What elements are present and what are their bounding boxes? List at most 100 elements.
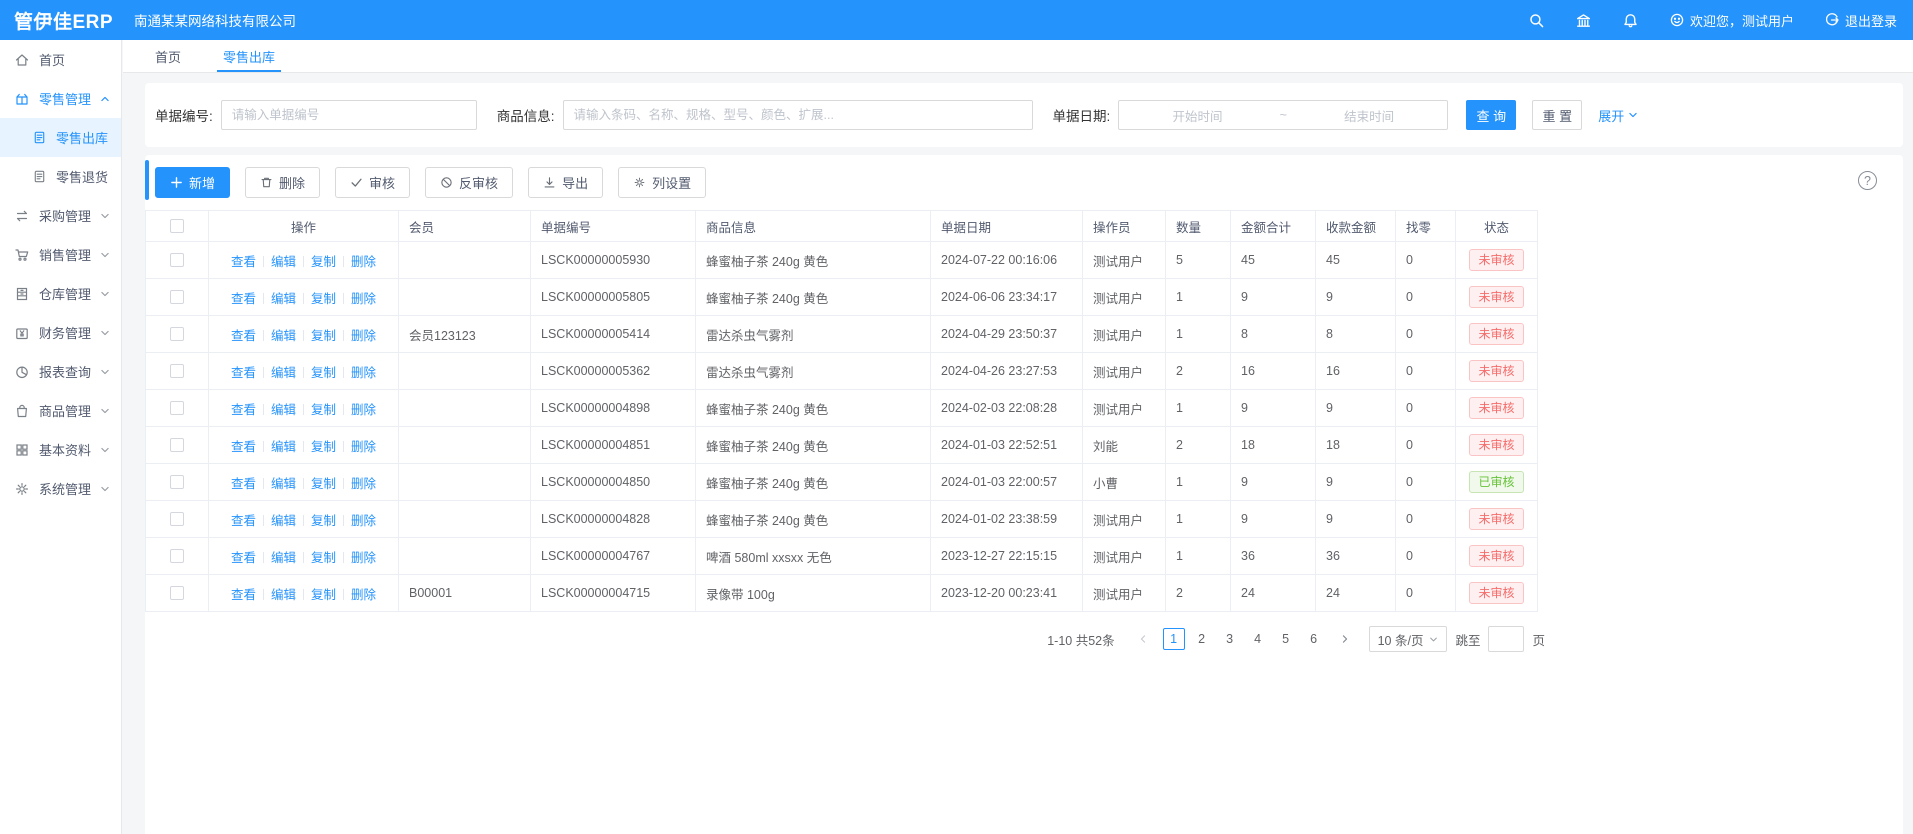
view-link[interactable]: 查看 [231,403,256,417]
bank-icon[interactable] [1575,12,1592,29]
edit-link[interactable]: 编辑 [271,588,296,602]
reset-button[interactable]: 重 置 [1532,100,1582,130]
search-button[interactable]: 查 询 [1466,100,1516,130]
delete-link[interactable]: 删除 [351,255,376,269]
page-size-select[interactable]: 10 条/页 [1369,626,1448,652]
sidebar-item-warehouse-mgmt[interactable]: 仓库管理 [0,274,121,313]
copy-link[interactable]: 复制 [311,514,336,528]
sidebar-item-retail-return[interactable]: 零售退货 [0,157,121,196]
bell-icon[interactable] [1622,12,1639,29]
sidebar-item-sales-mgmt[interactable]: 销售管理 [0,235,121,274]
edit-link[interactable]: 编辑 [271,440,296,454]
jump-page-input[interactable] [1488,626,1524,652]
row-checkbox[interactable] [170,475,184,489]
view-link[interactable]: 查看 [231,440,256,454]
delete-link[interactable]: 删除 [351,588,376,602]
logout-button[interactable]: 退出登录 [1824,11,1897,30]
delete-link[interactable]: 删除 [351,551,376,565]
sidebar-item-product-mgmt[interactable]: 商品管理 [0,391,121,430]
view-link[interactable]: 查看 [231,292,256,306]
row-checkbox[interactable] [170,512,184,526]
user-menu[interactable]: 欢迎您，测试用户 [1669,11,1794,30]
page-number[interactable]: 3 [1219,628,1241,650]
page-number[interactable]: 2 [1191,628,1213,650]
page-number[interactable]: 4 [1247,628,1269,650]
view-link[interactable]: 查看 [231,329,256,343]
export-button[interactable]: 导出 [528,167,603,198]
row-checkbox[interactable] [170,401,184,415]
view-link[interactable]: 查看 [231,477,256,491]
sidebar-item-home[interactable]: 首页 [0,40,121,79]
delete-link[interactable]: 删除 [351,514,376,528]
sidebar-item-basic-data[interactable]: 基本资料 [0,430,121,469]
delete-link[interactable]: 删除 [351,477,376,491]
row-checkbox[interactable] [170,327,184,341]
table-row: 查看编辑复制删除 LSCK00000004898 蜂蜜柚子茶 240g 黄色 2… [146,390,1538,427]
edit-link[interactable]: 编辑 [271,329,296,343]
add-button[interactable]: 新增 [155,167,230,198]
row-checkbox[interactable] [170,290,184,304]
copy-link[interactable]: 复制 [311,440,336,454]
sidebar-item-purchase-mgmt[interactable]: 采购管理 [0,196,121,235]
help-icon[interactable]: ? [1858,171,1877,190]
tab-home[interactable]: 首页 [155,40,181,72]
audit-button[interactable]: 审核 [335,167,410,198]
copy-link[interactable]: 复制 [311,366,336,380]
delete-link[interactable]: 删除 [351,403,376,417]
edit-link[interactable]: 编辑 [271,551,296,565]
copy-link[interactable]: 复制 [311,477,336,491]
bill-no-input[interactable] [221,100,477,130]
edit-link[interactable]: 编辑 [271,292,296,306]
row-checkbox[interactable] [170,438,184,452]
tab-retail-outbound[interactable]: 零售出库 [223,40,275,72]
product-info-input[interactable] [563,100,1033,130]
page-number[interactable]: 5 [1275,628,1297,650]
delete-button[interactable]: 删除 [245,167,320,198]
row-checkbox[interactable] [170,253,184,267]
select-all-checkbox[interactable] [170,219,184,233]
sidebar-item-system-mgmt[interactable]: 系统管理 [0,469,121,508]
expand-toggle[interactable]: 展开 [1598,106,1638,125]
row-checkbox[interactable] [170,586,184,600]
view-link[interactable]: 查看 [231,255,256,269]
status-badge: 未审核 [1469,434,1523,456]
search-icon[interactable] [1528,12,1545,29]
view-link[interactable]: 查看 [231,366,256,380]
edit-link[interactable]: 编辑 [271,514,296,528]
next-page-button[interactable] [1333,627,1357,651]
row-checkbox[interactable] [170,549,184,563]
column-settings-button[interactable]: 列设置 [618,167,706,198]
delete-link[interactable]: 删除 [351,440,376,454]
unaudit-button[interactable]: 反审核 [425,167,513,198]
edit-link[interactable]: 编辑 [271,255,296,269]
copy-link[interactable]: 复制 [311,255,336,269]
cell-date: 2024-04-26 23:27:53 [931,353,1083,390]
edit-link[interactable]: 编辑 [271,477,296,491]
copy-link[interactable]: 复制 [311,551,336,565]
copy-link[interactable]: 复制 [311,292,336,306]
edit-link[interactable]: 编辑 [271,403,296,417]
copy-link[interactable]: 复制 [311,403,336,417]
edit-link[interactable]: 编辑 [271,366,296,380]
copy-link[interactable]: 复制 [311,329,336,343]
sidebar-item-retail-mgmt[interactable]: 零售管理 [0,79,121,118]
cell-member [399,353,531,390]
view-link[interactable]: 查看 [231,514,256,528]
scrollbar-thumb[interactable] [145,160,149,200]
status-badge: 未审核 [1469,545,1523,567]
col-operator: 操作员 [1083,211,1166,242]
view-link[interactable]: 查看 [231,588,256,602]
copy-link[interactable]: 复制 [311,588,336,602]
sidebar-item-finance-mgmt[interactable]: 财务管理 [0,313,121,352]
delete-link[interactable]: 删除 [351,366,376,380]
page-number[interactable]: 6 [1303,628,1325,650]
delete-link[interactable]: 删除 [351,292,376,306]
date-range-picker[interactable]: 开始时间 ~ 结束时间 [1118,100,1448,130]
sidebar-item-report-query[interactable]: 报表查询 [0,352,121,391]
sidebar-item-retail-outbound[interactable]: 零售出库 [0,118,121,157]
page-number[interactable]: 1 [1163,628,1185,650]
row-checkbox[interactable] [170,364,184,378]
view-link[interactable]: 查看 [231,551,256,565]
prev-page-button[interactable] [1131,627,1155,651]
delete-link[interactable]: 删除 [351,329,376,343]
